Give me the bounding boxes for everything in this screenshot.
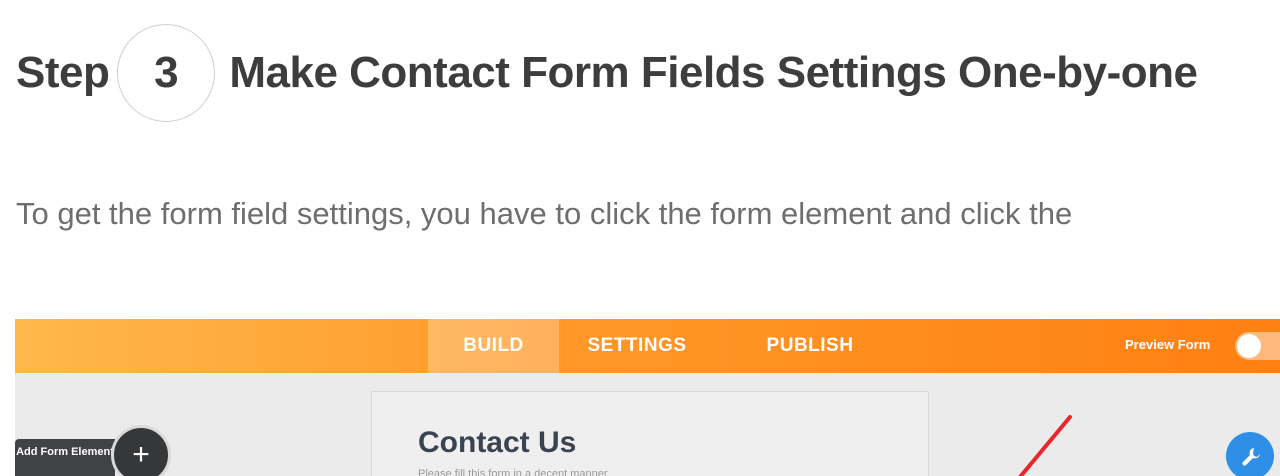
embedded-screenshot: BUILD SETTINGS PUBLISH Preview Form Cont… (15, 319, 1280, 476)
form-title: Contact Us (418, 426, 577, 459)
tab-build[interactable]: BUILD (428, 319, 559, 373)
step-number-badge: 3 (117, 24, 216, 122)
plus-icon: + (132, 438, 150, 471)
annotation-arrow (1018, 415, 1072, 476)
builder-topbar: BUILD SETTINGS PUBLISH Preview Form (15, 319, 1280, 373)
tab-publish[interactable]: PUBLISH (755, 319, 865, 373)
preview-form-label: Preview Form (1125, 337, 1211, 352)
tab-settings[interactable]: SETTINGS (577, 319, 697, 373)
intro-paragraph: To get the form field settings, you have… (16, 196, 1073, 231)
edit-field-button[interactable] (1226, 432, 1274, 476)
step-heading: Step 3 Make Contact Form Fields Settings… (16, 24, 1280, 122)
step-title: Make Contact Form Fields Settings One-by… (229, 48, 1198, 97)
step-word: Step (16, 48, 110, 97)
form-subtitle: Please fill this form in a decent manner (418, 468, 608, 476)
preview-form-toggle[interactable] (1235, 332, 1280, 360)
wrench-icon (1242, 448, 1260, 466)
add-form-element-button[interactable]: + (111, 425, 171, 476)
form-card[interactable]: Contact Us Please fill this form in a de… (371, 391, 929, 476)
toggle-knob (1237, 334, 1261, 358)
add-form-element-label: Add Form Element (15, 439, 115, 476)
